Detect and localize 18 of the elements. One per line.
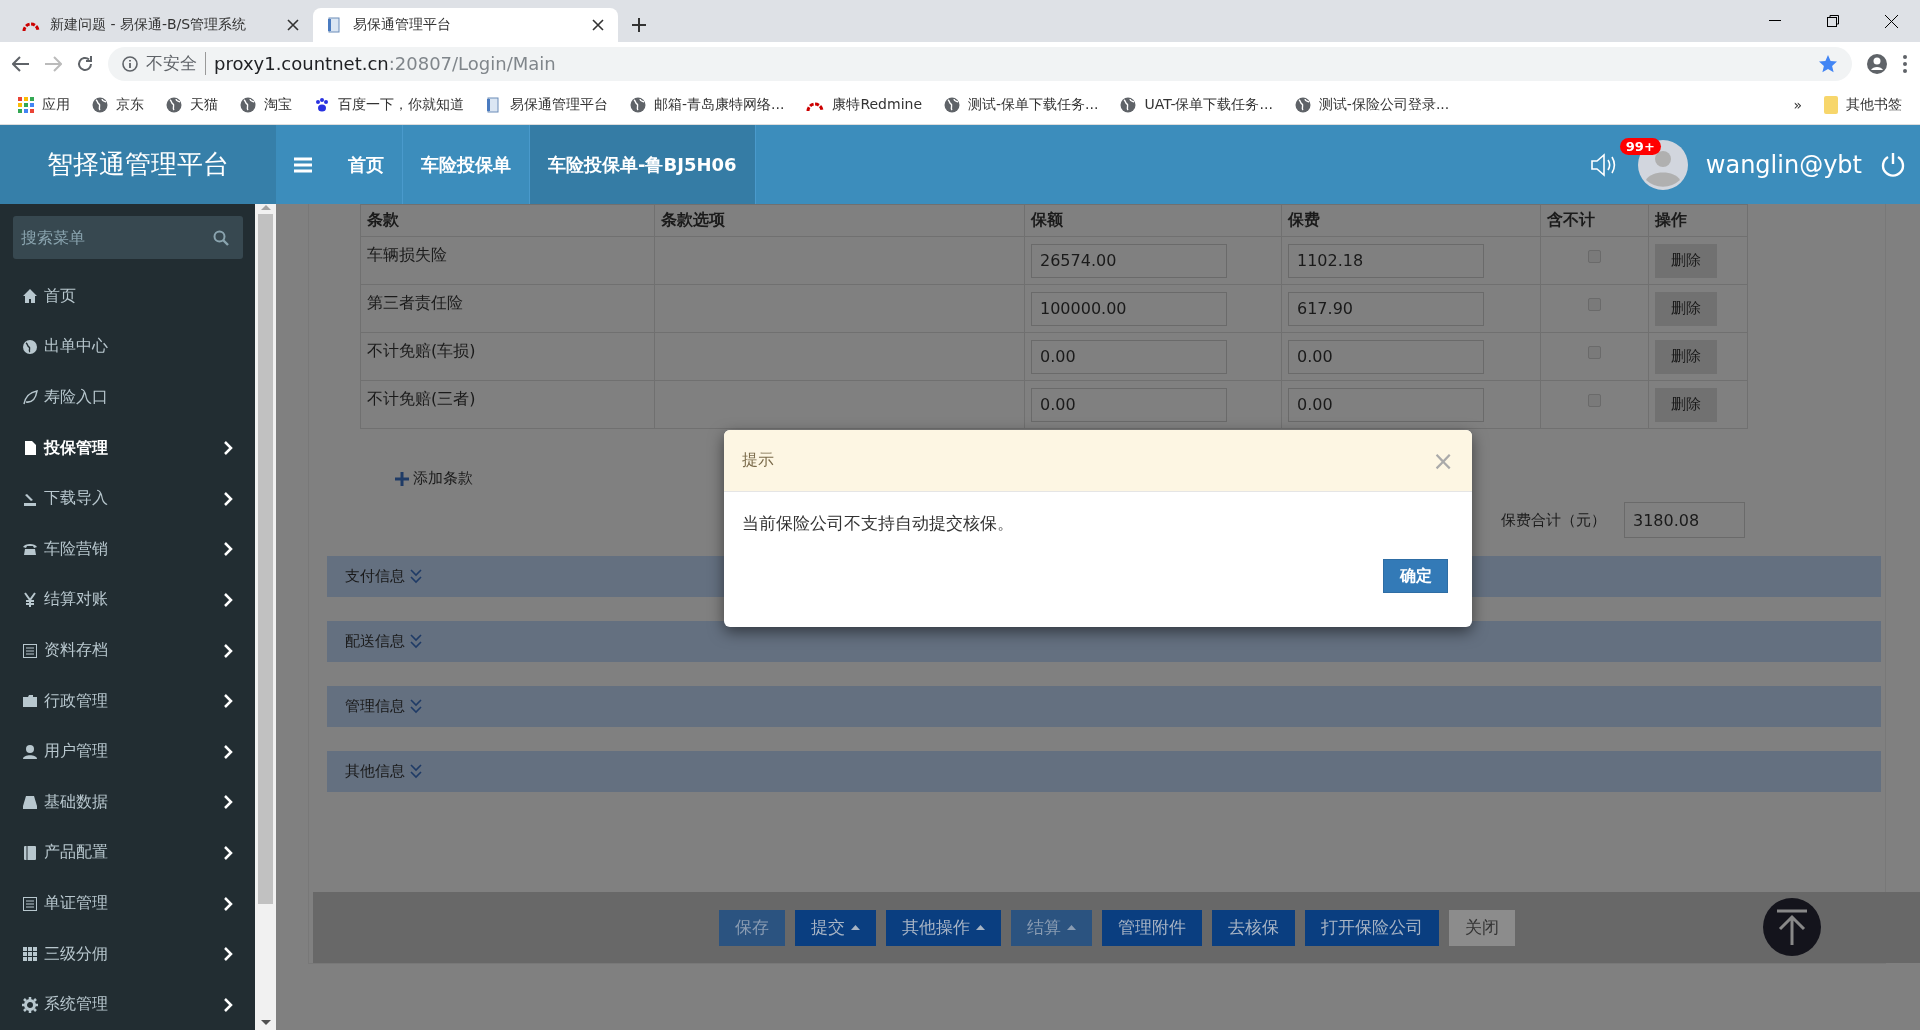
table-cell: 不计免赔(车损) [367,341,476,362]
brand-title: 智择通管理平台 [0,125,276,204]
table-cell: 车辆损失险 [367,245,447,266]
dialog-title: 提示 [742,450,774,471]
notification-badge: 99+ [1619,137,1661,155]
column-header: 操作 [1648,204,1748,237]
total-label: 保费合计（元） [1501,510,1606,530]
table-cell: 第三者责任险 [367,293,463,314]
column-header: 条款选项 [654,204,1025,237]
url-path: :20807/Login/Main [388,53,556,74]
column-header: 保额 [1024,204,1282,237]
column-header: 含不计 [1540,204,1649,237]
security-label: 不安全 [146,52,206,75]
table-cell: 不计免赔(三者) [367,389,476,410]
column-header: 保费 [1281,204,1541,237]
url-host: proxy1.countnet.cn [214,53,389,74]
dialog-message: 当前保险公司不支持自动提交核保。 [742,512,1015,535]
column-header: 条款 [360,204,655,237]
